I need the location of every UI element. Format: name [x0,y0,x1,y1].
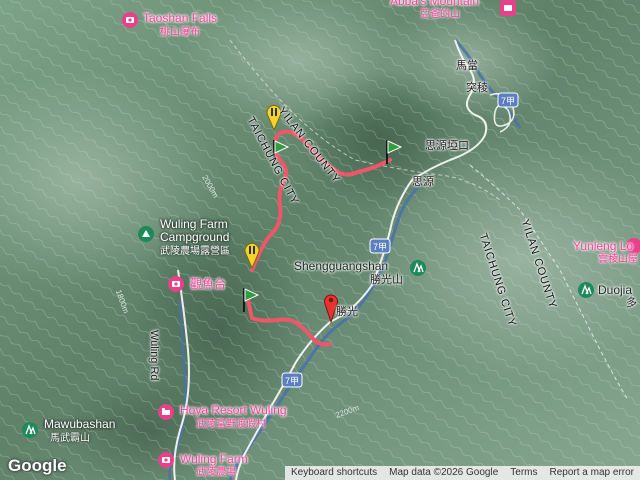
mawubashan-zh-label: 馬武霸山 [50,433,90,444]
google-logo: Google [8,456,67,475]
route-7a-label: 7甲 [373,242,388,252]
hotel-icon[interactable] [158,404,174,420]
shopping-icon[interactable] [500,0,516,16]
wuling-farm-label[interactable]: Wuling Farm [180,453,248,466]
guanyutai-label[interactable]: 觀魚台 [190,278,226,291]
viewpoint-icon[interactable] [168,276,184,292]
mawubashan-label[interactable]: Mawubashan [44,418,115,431]
map-canvas[interactable] [0,0,640,480]
terms-link[interactable]: Terms [504,466,543,480]
route-7a-label: 7甲 [285,376,300,386]
mountain-peak-icon[interactable] [410,260,426,276]
shengguang-label: 勝光 [336,306,358,318]
siyuan-label: 思源 [412,176,434,188]
map-data-text: Map data ©2026 Google [389,467,499,478]
campground-icon[interactable] [138,226,154,242]
taoshan-falls-label[interactable]: Taoshan Falls [143,12,217,25]
abbas-mountain-label[interactable]: Abba's Mountain [390,0,479,8]
contour-texture [0,0,640,480]
keyboard-shortcuts-link[interactable]: Keyboard shortcuts [285,466,383,480]
shengguangshan-zh-label: 勝光山 [370,274,403,286]
yunleng-zh-label: 雲稜山屋 [598,254,638,265]
mountain-peak-icon[interactable] [578,282,594,298]
abbas-mountain-zh-label: 亞爸的山 [420,9,460,20]
campground-label-line2[interactable]: Campground [160,231,229,244]
attraction-icon[interactable] [158,452,174,468]
waterfall-icon[interactable] [122,12,138,28]
tuleng-label: 突稜 [466,82,488,94]
route-7a-label: 7甲 [501,96,516,106]
mountain-peak-icon[interactable] [22,422,38,438]
hoya-resort-label[interactable]: Hoya Resort Wuling [180,404,287,417]
taoshan-falls-zh-label: 桃山瀑布 [160,27,200,38]
yunleng-label[interactable]: Yunleng Lo [573,240,633,253]
hoya-resort-zh-label: 武陵富野渡假村 [196,419,266,430]
map-footer: Keyboard shortcuts Map data ©2026 Google… [284,466,640,480]
duojia-zh-label: 多 [626,297,637,309]
duojia-label[interactable]: Duojia [598,284,632,297]
shengguangshan-label[interactable]: Shengguangshan [294,260,388,273]
campground-zh-label: 武陵農場露營區 [160,246,230,257]
wuling-rd-label: Wuling Rd [148,330,160,381]
report-error-link[interactable]: Report a map error [544,466,640,480]
madang-label: 馬當 [456,60,478,72]
siyuan-pass-label: 思源埡口 [425,140,469,152]
wuling-farm-zh-label: 武陵農場 [196,467,236,478]
